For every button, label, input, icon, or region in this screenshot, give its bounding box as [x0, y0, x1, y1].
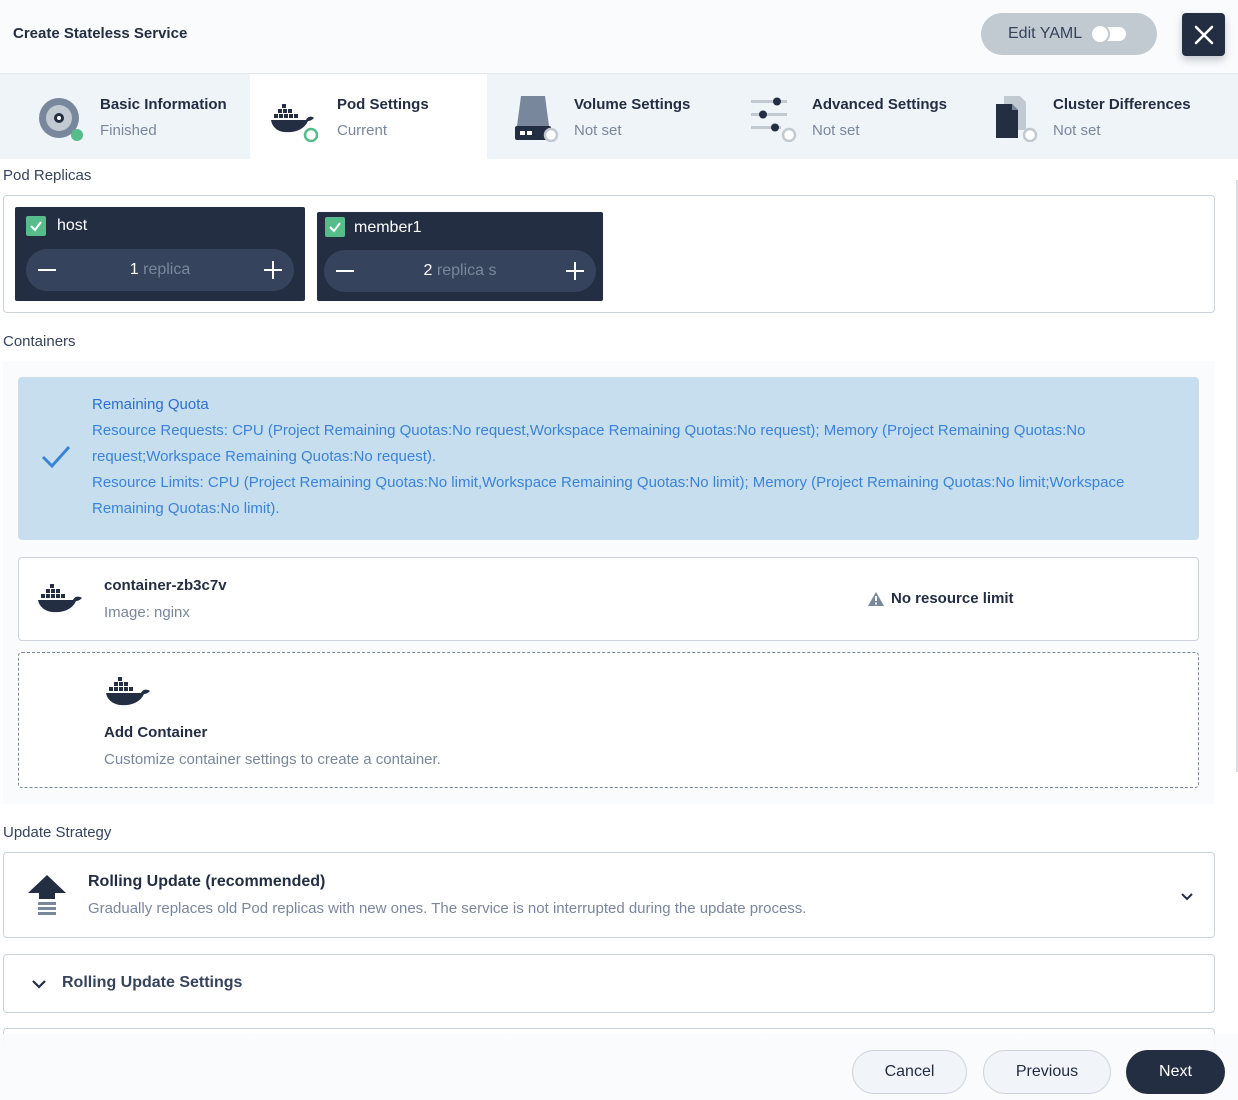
step-title: Volume Settings [574, 96, 691, 113]
tab-volume-settings[interactable]: Volume Settings Not set [487, 74, 727, 159]
strategy-title: Rolling Update (recommended) [88, 873, 326, 890]
add-container-description: Customize container settings to create a… [104, 751, 441, 768]
chevron-down-icon [1181, 893, 1193, 901]
docker-icon [106, 677, 150, 706]
add-container-title: Add Container [104, 724, 208, 741]
cluster-card-host[interactable]: host 1 replica [15, 207, 305, 301]
sliders-icon [751, 97, 797, 142]
strategy-description: Gradually replaces old Pod replicas with… [88, 900, 807, 917]
plus-icon[interactable] [562, 258, 588, 284]
close-icon [1194, 25, 1213, 44]
edit-yaml-toggle[interactable]: Edit YAML [981, 13, 1157, 55]
pod-replicas-label: Pod Replicas [3, 167, 92, 184]
step-title: Advanced Settings [812, 96, 948, 113]
cluster-name: member1 [354, 219, 422, 236]
quota-requests: Resource Requests: CPU (Project Remainin… [92, 422, 1086, 465]
step-title: Basic Information [100, 96, 227, 113]
step-status: Current [337, 122, 388, 139]
upload-arrow-icon [28, 875, 66, 915]
toggle-switch[interactable] [1090, 24, 1127, 44]
cluster-name: host [57, 217, 88, 234]
quota-limits: Resource Limits: CPU (Project Remaining … [92, 474, 1125, 517]
replica-count-display: 1 replica [26, 261, 294, 279]
edit-yaml-label: Edit YAML [1008, 25, 1083, 42]
container-name: container-zb3c7v [104, 577, 227, 594]
page-title: Create Stateless Service [13, 25, 188, 42]
files-icon [996, 96, 1038, 142]
modal-header: Create Stateless Service Edit YAML [0, 0, 1238, 74]
warning-text: No resource limit [891, 590, 1014, 607]
pod-replicas-box: host 1 replica member1 2 replica s [3, 195, 1215, 313]
close-button[interactable] [1182, 13, 1225, 56]
add-container-button[interactable]: Add Container Customize container settin… [18, 652, 1199, 788]
replica-stepper: 2 replica s [324, 250, 596, 292]
checkmark-icon [41, 445, 71, 469]
tab-advanced-settings[interactable]: Advanced Settings Not set [727, 74, 970, 159]
disk-icon [39, 98, 83, 141]
cluster-checkbox[interactable] [325, 217, 345, 237]
replica-count-display: 2 replica s [324, 262, 596, 280]
warning-icon [868, 591, 884, 606]
plus-icon[interactable] [260, 257, 286, 283]
chevron-down-icon [32, 980, 46, 989]
remaining-quota-banner: Remaining Quota Resource Requests: CPU (… [18, 377, 1199, 540]
tab-basic-information[interactable]: Basic Information Finished [0, 74, 250, 159]
rolling-update-settings-label: Rolling Update Settings [62, 974, 243, 991]
container-image: Image: nginx [104, 604, 190, 621]
container-item[interactable]: container-zb3c7v Image: nginx No resourc… [18, 557, 1199, 641]
hard-drive-icon [515, 96, 559, 142]
step-status: Not set [812, 122, 860, 139]
resource-warning: No resource limit [867, 590, 1014, 607]
step-status: Not set [574, 122, 622, 139]
cluster-card-member1[interactable]: member1 2 replica s [317, 212, 603, 301]
modal-footer: Cancel Previous Next [0, 1034, 1238, 1100]
tab-cluster-differences[interactable]: Cluster Differences Not set [970, 74, 1238, 159]
docker-icon [38, 584, 82, 613]
docker-icon [271, 104, 318, 142]
replica-unit: replica s [436, 262, 497, 279]
next-button[interactable]: Next [1126, 1050, 1225, 1094]
wizard-steps: Basic Information Finished Pod Settings … [0, 74, 1238, 159]
replica-stepper: 1 replica [26, 249, 294, 291]
rolling-update-settings-toggle[interactable]: Rolling Update Settings [3, 954, 1215, 1013]
previous-button[interactable]: Previous [983, 1050, 1111, 1094]
step-status: Finished [100, 122, 157, 139]
cluster-checkbox[interactable] [26, 216, 46, 236]
replica-count: 1 [129, 261, 139, 278]
update-strategy-label: Update Strategy [3, 824, 112, 841]
step-title: Cluster Differences [1053, 96, 1191, 113]
cancel-button[interactable]: Cancel [852, 1050, 967, 1094]
quota-title: Remaining Quota [92, 396, 209, 413]
checkmark-icon [30, 221, 42, 232]
step-status: Not set [1053, 122, 1101, 139]
checkmark-icon [329, 222, 341, 233]
update-strategy-select[interactable]: Rolling Update (recommended) Gradually r… [3, 852, 1215, 938]
step-title: Pod Settings [337, 96, 429, 113]
replica-unit: replica [143, 261, 191, 278]
tab-pod-settings[interactable]: Pod Settings Current [250, 74, 487, 159]
containers-label: Containers [3, 333, 76, 350]
replica-count: 2 [423, 262, 433, 279]
